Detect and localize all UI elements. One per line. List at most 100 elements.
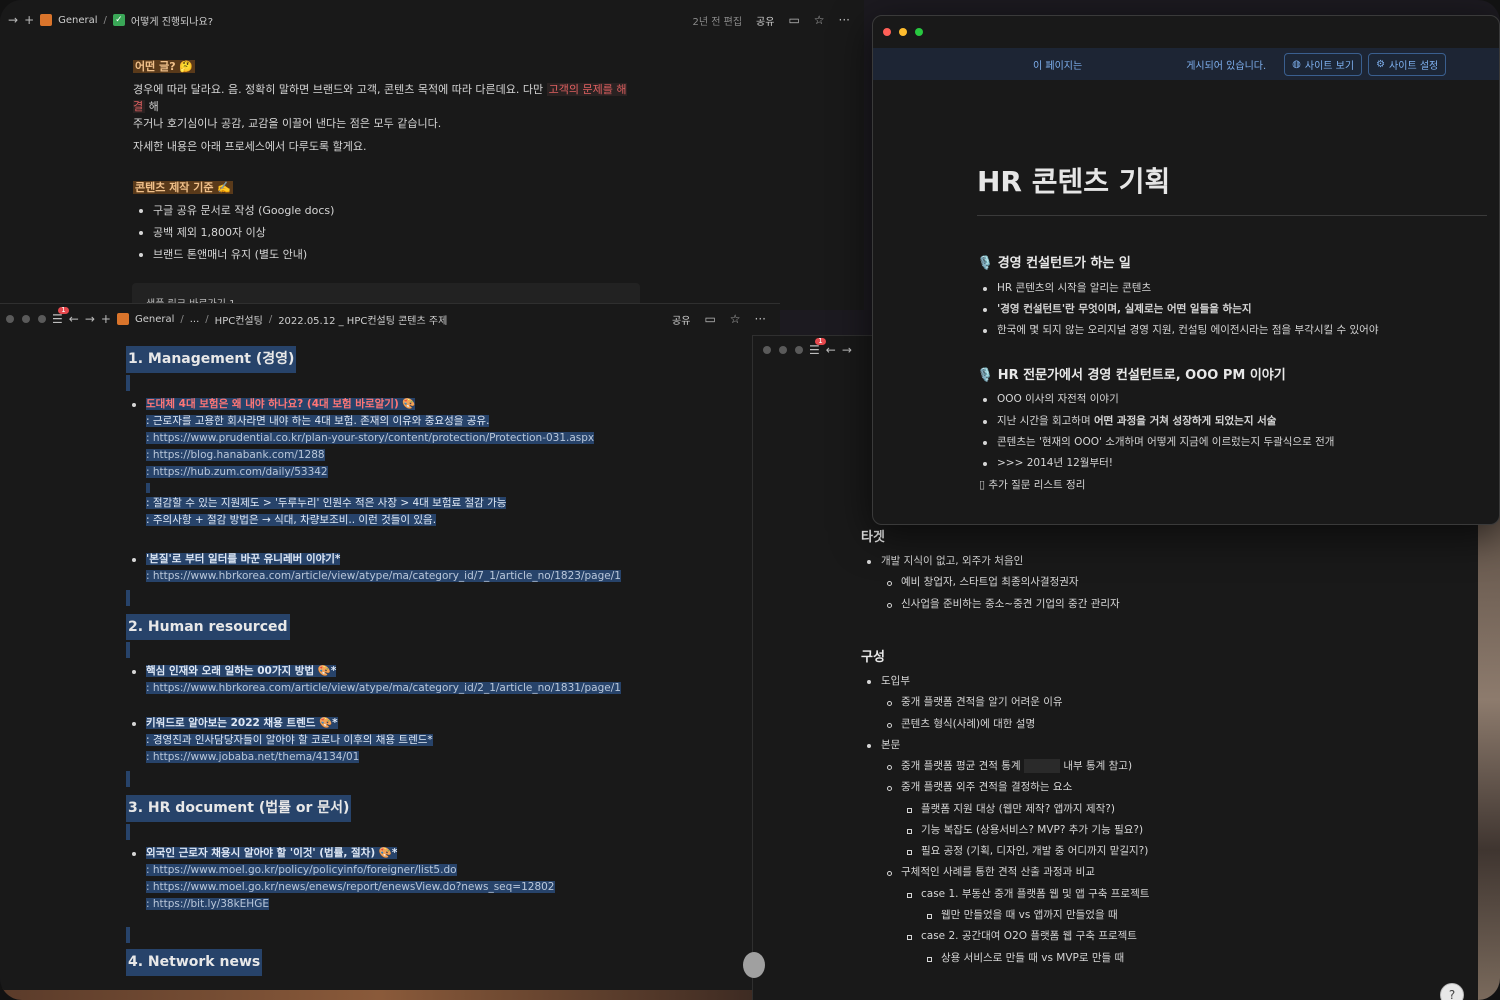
breadcrumb-separator: / <box>268 313 273 325</box>
item-title: 핵심 인재와 오래 일하는 00가지 방법 🎨* <box>146 665 337 678</box>
list-item: OOO 이사의 자전적 이야기 <box>977 391 1487 407</box>
item-title: 외국인 근로자 채용시 알아야 할 '이것' (법률, 절차) 🎨* <box>146 847 398 860</box>
list-item: 중개 플랫폼 견적을 알기 어려운 이유 <box>881 694 1461 710</box>
item-line: : 근로자를 고용한 회사라면 내야 하는 4대 보험. 존재의 이유와 중요성… <box>146 414 490 427</box>
view-site-button[interactable]: ◍ 사이트 보기 <box>1284 52 1363 76</box>
breadcrumb-current-page[interactable]: 어떻게 진행되나요? <box>131 13 213 28</box>
redacted-box <box>1023 759 1060 774</box>
item-link[interactable]: : https://www.moel.go.kr/policy/policyin… <box>146 864 457 877</box>
banner-text-2: 게시되어 있습니다. <box>1186 60 1267 72</box>
breadcrumb-separator: / <box>180 313 184 325</box>
section-heading-management: 1. Management (경영) <box>126 346 297 373</box>
page-content: 타겟 개발 지식이 없고, 외주가 처음인 예비 창업자, 스타트업 최종의사결… <box>861 528 1461 971</box>
paragraph-1: 경우에 따라 달라요. 음. 정확히 말하면 브랜드와 고객, 콘텐츠 목적에 … <box>133 81 633 115</box>
scroll-handle[interactable] <box>743 952 765 978</box>
page-content: 어떤 글? 🤔 경우에 따라 달라요. 음. 정확히 말하면 브랜드와 고객, … <box>133 58 633 268</box>
list-item-text: 중개 플랫폼 외주 견적을 결정하는 요소 <box>901 781 1073 794</box>
structure-list: 도입부 중개 플랫폼 견적을 알기 어려운 이유 콘텐츠 형식(사례)에 대한 … <box>861 673 1461 966</box>
forward-arrow-icon[interactable]: → <box>8 14 18 26</box>
forward-arrow-icon[interactable]: → <box>85 313 95 325</box>
banner-text: 이 페이지는 <box>1033 60 1083 72</box>
top-bar: ☰ 1 ← → + General / ... / HPC컨설팅 / 2022.0… <box>0 304 780 334</box>
list-item: '경영 컨설턴트'란 무엇이며, 실제로는 어떤 일들을 하는지 <box>977 301 1487 317</box>
notification-badge: 1 <box>58 307 69 314</box>
paragraph-2: 주거나 호기심이나 공감, 교감을 이끌어 낸다는 점은 모두 같습니다. <box>133 117 442 131</box>
item-link[interactable]: : https://www.prudential.co.kr/plan-your… <box>146 431 595 444</box>
list-item-text: 개발 지식이 없고, 외주가 처음인 <box>881 555 1024 568</box>
back-arrow-icon[interactable]: ← <box>69 313 79 325</box>
share-button[interactable]: 공유 <box>672 312 690 327</box>
list-item: 핵심 인재와 오래 일하는 00가지 방법 🎨* : https://www.h… <box>126 663 746 697</box>
list-item: 신사업을 준비하는 중소~중견 기업의 중간 관리자 <box>881 596 1461 612</box>
forward-arrow-icon[interactable]: → <box>842 344 852 356</box>
section-heading: 🎙️ 경영 컨설턴트가 하는 일 <box>977 256 1131 272</box>
list-item: 상용 서비스로 만들 때 vs MVP로 만들 때 <box>921 950 1461 966</box>
item-link[interactable]: : https://www.moel.go.kr/news/enews/repo… <box>146 881 555 894</box>
breadcrumb-hpc[interactable]: HPC컨설팅 <box>215 312 263 327</box>
breadcrumb-current-page[interactable]: 2022.05.12 _ HPC컨설팅 콘텐츠 주제 <box>278 312 447 327</box>
list-item: 한국에 몇 되지 않는 오리지널 경영 지원, 컨설팅 에이전시라는 점을 부각… <box>977 322 1487 338</box>
page-icon: ▯ <box>979 477 986 491</box>
page-content: HR 콘텐츠 기획 🎙️ 경영 컨설턴트가 하는 일 HR 콘텐츠의 시작을 알… <box>977 160 1487 493</box>
star-icon[interactable]: ☆ <box>814 14 825 26</box>
case2-sublist: 상용 서비스로 만들 때 vs MVP로 만들 때 <box>921 950 1461 966</box>
breadcrumb-general[interactable]: General <box>135 314 174 325</box>
list-item: 기능 복잡도 (상용서비스? MVP? 추가 기능 필요?) <box>901 822 1461 838</box>
subpage-link[interactable]: ▯ 추가 질문 리스트 정리 <box>977 477 1487 493</box>
consultant-list: HR 콘텐츠의 시작을 알리는 콘텐츠 '경영 컨설턴트'란 무엇이며, 실제로… <box>977 280 1487 339</box>
window-controls[interactable] <box>883 28 923 36</box>
intro-sublist: 중개 플랫폼 견적을 알기 어려운 이유 콘텐츠 형식(사례)에 대한 설명 <box>881 694 1461 732</box>
list-item: case 1. 부동산 중개 플랫폼 웹 및 앱 구축 프로젝트 웹만 만들었을… <box>901 886 1461 924</box>
item-link[interactable]: : https://bit.ly/38kEHGE <box>146 898 269 911</box>
selection-block <box>126 927 130 944</box>
selection-block <box>126 589 130 606</box>
item-link[interactable]: : https://www.hbrkorea.com/article/view/… <box>146 682 621 695</box>
globe-icon: ◍ <box>1292 58 1301 70</box>
selection-block <box>126 642 130 659</box>
more-icon[interactable]: ··· <box>755 313 766 325</box>
item-link[interactable]: : https://www.hbrkorea.com/article/view/… <box>146 569 621 582</box>
item-link[interactable]: : https://hub.zum.com/daily/53342 <box>146 465 328 478</box>
breadcrumb-general[interactable]: General <box>58 15 97 26</box>
more-icon[interactable]: ··· <box>839 14 850 26</box>
item-link[interactable]: : https://blog.hanabank.com/1288 <box>146 448 325 461</box>
star-icon[interactable]: ☆ <box>730 313 741 325</box>
edited-time: 2년 전 편집 <box>692 16 743 28</box>
sidebar-toggle-icon[interactable]: ☰ 1 <box>52 307 69 325</box>
management-list: 도대체 4대 보험은 왜 내야 하나요? (4대 보험 바로알기) 🎨 : 근로… <box>126 396 746 585</box>
window-controls[interactable] <box>6 315 46 323</box>
published-banner: 이 페이지는 게시되어 있습니다. ◍ 사이트 보기 ⚙ 사이트 설정 <box>873 48 1499 80</box>
site-settings-button[interactable]: ⚙ 사이트 설정 <box>1368 52 1447 76</box>
list-item: 중개 플랫폼 외주 견적을 결정하는 요소 플랫폼 지원 대상 (웹만 제작? … <box>881 779 1461 859</box>
comment-icon[interactable]: ▭ <box>788 14 799 26</box>
list-item: 필요 공정 (기획, 디자인, 개발 중 어디까지 맡길지?) <box>901 843 1461 859</box>
item-link[interactable]: : https://www.jobaba.net/thema/4134/01 <box>146 751 360 764</box>
window-controls[interactable] <box>763 346 803 354</box>
checkbox-icon: ✓ <box>112 14 125 26</box>
list-item: HR 콘텐츠의 시작을 알리는 콘텐츠 <box>977 280 1487 296</box>
pm-story-list: OOO 이사의 자전적 이야기 지난 시간을 회고하며 어떤 과정을 거쳐 성장… <box>977 391 1487 471</box>
list-item: 지난 시간을 회고하며 어떤 과정을 거쳐 성장하게 되었는지 서술 <box>977 413 1487 429</box>
selection-block <box>126 374 130 391</box>
factor-sublist: 플랫폼 지원 대상 (웹만 제작? 앱까지 제작?) 기능 복잡도 (상용서비스… <box>901 801 1461 860</box>
comment-icon[interactable]: ▭ <box>704 313 715 325</box>
add-page-icon[interactable]: + <box>101 313 111 325</box>
site-settings-label: 사이트 설정 <box>1389 60 1439 72</box>
share-button[interactable]: 공유 <box>756 13 774 28</box>
case-sublist: case 1. 부동산 중개 플랫폼 웹 및 앱 구축 프로젝트 웹만 만들었을… <box>901 886 1461 966</box>
criteria-item: 공백 제외 1,800자 이상 <box>133 224 633 241</box>
back-arrow-icon[interactable]: ← <box>826 344 836 356</box>
list-item: 도입부 중개 플랫폼 견적을 알기 어려운 이유 콘텐츠 형식(사례)에 대한 … <box>861 673 1461 732</box>
target-sublist: 예비 창업자, 스타트업 최종의사결정권자 신사업을 준비하는 중소~중견 기업… <box>881 574 1461 612</box>
help-button[interactable]: ? <box>1440 983 1464 1000</box>
list-item: 도대체 4대 보험은 왜 내야 하나요? (4대 보험 바로알기) 🎨 : 근로… <box>126 396 746 529</box>
item-line: : 경영진과 인사담당자들이 알아야 할 코로나 이후의 채용 트렌드* <box>146 734 433 747</box>
section-heading: 🎙️ HR 전문가에서 경영 컨설턴트로, OOO PM 이야기 <box>977 368 1286 384</box>
question-heading: 어떤 글? 🤔 <box>133 60 196 73</box>
target-heading: 타겟 <box>861 530 885 545</box>
window-process-page: → + General / ✓ 어떻게 진행되나요? 2년 전 편집 공유 ▭ … <box>0 0 864 310</box>
breadcrumb-ellipsis[interactable]: ... <box>190 314 200 325</box>
list-item-bold: 어떤 과정을 거쳐 성장하게 되었는지 서술 <box>1093 414 1277 427</box>
sidebar-toggle-icon[interactable]: ☰ 1 <box>809 338 826 356</box>
add-page-icon[interactable]: + <box>24 14 34 26</box>
